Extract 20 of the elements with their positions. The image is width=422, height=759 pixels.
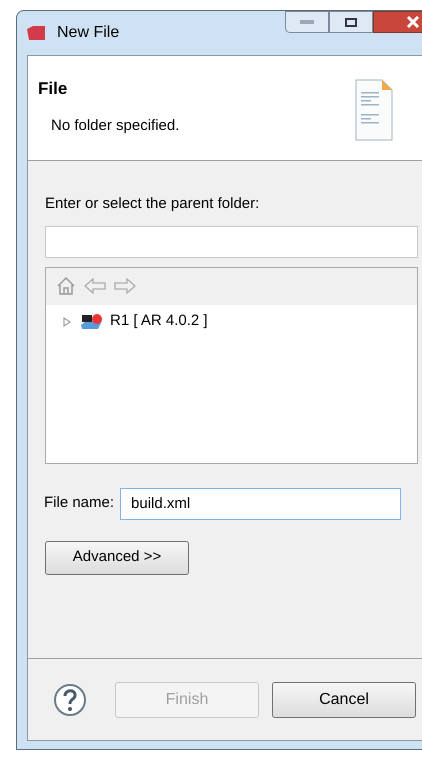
expand-toggle-icon[interactable] [62,316,72,326]
document-icon [354,78,394,142]
advanced-button[interactable]: Advanced >> [45,540,189,574]
page-title: File [38,78,68,100]
project-icon [80,312,104,330]
tree-item[interactable]: R1 [ AR 4.0.2 ] [110,310,208,333]
home-icon[interactable] [56,276,76,296]
window-title: New File [57,23,120,43]
file-name-input-field[interactable]: build.xml [120,488,402,520]
close-icon [406,16,420,28]
help-icon[interactable] [53,682,87,716]
cancel-button[interactable]: Cancel [272,682,416,718]
field-label: File name: [44,493,114,514]
app-icon [25,25,47,41]
folder-input-field[interactable] [45,226,418,258]
back-arrow-icon[interactable] [84,278,106,294]
status-message: No folder specified. [51,116,180,136]
field-label: Enter or select the parent folder: [45,194,260,214]
forward-arrow-icon[interactable] [114,278,136,294]
maximize-button[interactable] [329,11,373,33]
